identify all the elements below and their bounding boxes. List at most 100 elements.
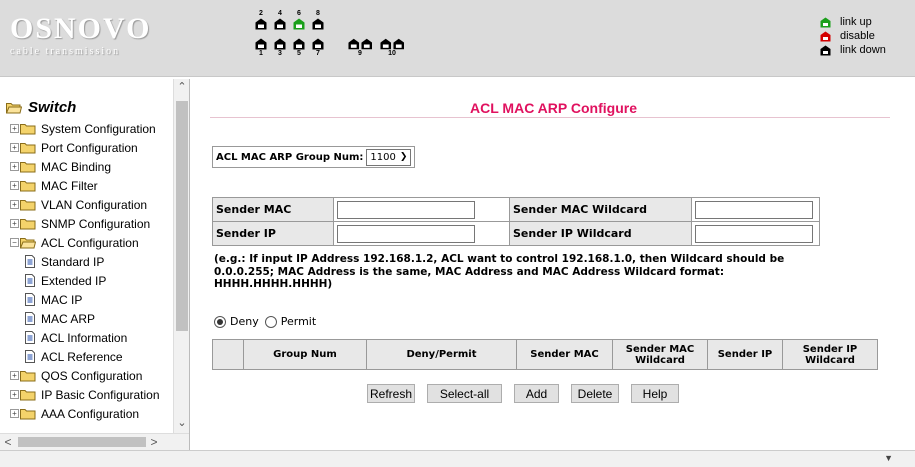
- scroll-right-arrow[interactable]: >: [146, 434, 162, 450]
- sender-mac-input[interactable]: [337, 200, 475, 219]
- sender-mac-wildcard-label: Sender MAC Wildcard: [509, 197, 692, 222]
- port-3[interactable]: 3: [274, 38, 286, 58]
- port-number: 8: [316, 10, 320, 17]
- expand-icon[interactable]: +: [10, 143, 19, 152]
- port-5[interactable]: 5: [293, 38, 305, 58]
- port-disabled-icon: [820, 31, 831, 41]
- port-icon: [293, 18, 305, 30]
- port-legend: link up disable link down: [820, 16, 915, 58]
- port-icon: [293, 38, 305, 50]
- port-7[interactable]: 7: [312, 38, 324, 58]
- sidebar-item-mac-arp[interactable]: MAC ARP: [24, 309, 95, 328]
- sidebar-item-mac-ip[interactable]: MAC IP: [24, 290, 82, 309]
- expand-icon[interactable]: +: [10, 181, 19, 190]
- expand-icon[interactable]: +: [10, 219, 19, 228]
- sidebar-horizontal-scrollbar[interactable]: < >: [0, 433, 189, 450]
- port-number: 9: [358, 50, 362, 57]
- legend-link-down-label: link down: [840, 44, 886, 56]
- expand-icon[interactable]: +: [10, 390, 19, 399]
- sidebar-item-label: MAC ARP: [41, 311, 96, 326]
- port-number: 10: [388, 50, 396, 57]
- port-1[interactable]: 1: [255, 38, 267, 58]
- sidebar-item-snmp-configuration[interactable]: + SNMP Configuration: [10, 214, 150, 233]
- sender-ip-cell: [333, 221, 510, 246]
- port-2[interactable]: 2: [255, 10, 267, 30]
- port-icon: [312, 38, 324, 50]
- sidebar-item-acl-reference[interactable]: ACL Reference: [24, 347, 123, 366]
- tree-root-label: Switch: [28, 99, 77, 116]
- document-icon: [25, 331, 35, 344]
- sender-mac-wildcard-input[interactable]: [695, 200, 813, 219]
- column-header-sender-ip-wildcard: Sender IP Wildcard: [782, 339, 878, 370]
- expand-icon[interactable]: +: [10, 371, 19, 380]
- port-icon: [274, 38, 286, 50]
- refresh-button[interactable]: Refresh: [367, 384, 415, 403]
- logo-brand: OSNOVO: [10, 12, 152, 45]
- column-header-deny-permit: Deny/Permit: [366, 339, 517, 370]
- sidebar-item-acl-configuration[interactable]: − ACL Configuration: [10, 233, 139, 252]
- action-buttons: Refresh Select-all Add Delete Help: [367, 384, 691, 403]
- folder-icon: [20, 408, 36, 419]
- port-number: 6: [297, 10, 301, 17]
- acl-entries-table: Group Num Deny/Permit Sender MAC Sender …: [212, 339, 878, 370]
- sidebar-item-ip-basic-configuration[interactable]: + IP Basic Configuration: [10, 385, 160, 404]
- help-button[interactable]: Help: [631, 384, 679, 403]
- action-radio-group: Deny Permit: [214, 315, 316, 328]
- column-header-select: [212, 339, 244, 370]
- port-9[interactable]: 9: [348, 38, 372, 58]
- sfp-port-icon: [380, 38, 392, 50]
- sidebar-item-mac-filter[interactable]: + MAC Filter: [10, 176, 98, 195]
- expand-icon[interactable]: +: [10, 124, 19, 133]
- port-down-icon: [820, 45, 831, 55]
- port-number: 5: [297, 50, 301, 57]
- scroll-down-arrow[interactable]: ⌄: [174, 415, 189, 431]
- sidebar-item-standard-ip[interactable]: Standard IP: [24, 252, 104, 271]
- folder-icon: [20, 161, 36, 172]
- hscrollbar-thumb[interactable]: [18, 437, 146, 447]
- port-4[interactable]: 4: [274, 10, 286, 30]
- permit-radio[interactable]: [264, 315, 277, 328]
- scroll-up-arrow[interactable]: ⌃: [174, 79, 189, 95]
- expand-icon[interactable]: +: [10, 409, 19, 418]
- select-all-button[interactable]: Select-all: [427, 384, 502, 403]
- sender-ip-wildcard-input[interactable]: [695, 224, 813, 243]
- sidebar-item-mac-binding[interactable]: + MAC Binding: [10, 157, 111, 176]
- sidebar-item-aaa-configuration[interactable]: + AAA Configuration: [10, 404, 139, 423]
- port-number: 4: [278, 10, 282, 17]
- collapse-icon[interactable]: −: [10, 238, 19, 247]
- sidebar-item-qos-configuration[interactable]: + QOS Configuration: [10, 366, 142, 385]
- sender-mac-cell: [333, 197, 482, 222]
- port-icon: [274, 18, 286, 30]
- sidebar-item-label: Extended IP: [41, 273, 107, 288]
- tree-root-switch[interactable]: Switch: [6, 99, 76, 116]
- dropdown-caret-icon[interactable]: ▼: [884, 453, 893, 463]
- sidebar-item-label: System Configuration: [41, 121, 156, 136]
- scroll-left-arrow[interactable]: <: [0, 434, 16, 450]
- port-6[interactable]: 6: [293, 10, 305, 30]
- group-num-value: 1100: [370, 151, 396, 163]
- column-header-sender-mac-wildcard: Sender MAC Wildcard: [612, 339, 708, 370]
- scrollbar-thumb[interactable]: [176, 101, 188, 331]
- sender-ip-input[interactable]: [337, 224, 475, 243]
- document-icon: [25, 312, 35, 325]
- sidebar-item-system-configuration[interactable]: + System Configuration: [10, 119, 156, 138]
- port-8[interactable]: 8: [312, 10, 324, 30]
- page-title: ACL MAC ARP Configure: [470, 100, 637, 116]
- sidebar-item-acl-information[interactable]: ACL Information: [24, 328, 127, 347]
- deny-radio[interactable]: [214, 315, 226, 328]
- delete-button[interactable]: Delete: [571, 384, 619, 403]
- open-folder-icon: [20, 237, 36, 248]
- sidebar-item-vlan-configuration[interactable]: + VLAN Configuration: [10, 195, 147, 214]
- expand-icon[interactable]: +: [10, 200, 19, 209]
- add-button[interactable]: Add: [514, 384, 559, 403]
- sidebar-vertical-scrollbar[interactable]: ⌃ ⌄: [173, 79, 189, 433]
- group-num-select[interactable]: 1100 ❯: [366, 148, 412, 166]
- legend-link-up-label: link up: [840, 16, 872, 28]
- port-10[interactable]: 10: [380, 38, 404, 58]
- sender-mac-wildcard-cell: [691, 197, 820, 222]
- document-icon: [25, 274, 35, 287]
- navigation-sidebar: Switch + System Configuration + Port Config…: [0, 79, 190, 450]
- sidebar-item-port-configuration[interactable]: + Port Configuration: [10, 138, 138, 157]
- sidebar-item-extended-ip[interactable]: Extended IP: [24, 271, 106, 290]
- expand-icon[interactable]: +: [10, 162, 19, 171]
